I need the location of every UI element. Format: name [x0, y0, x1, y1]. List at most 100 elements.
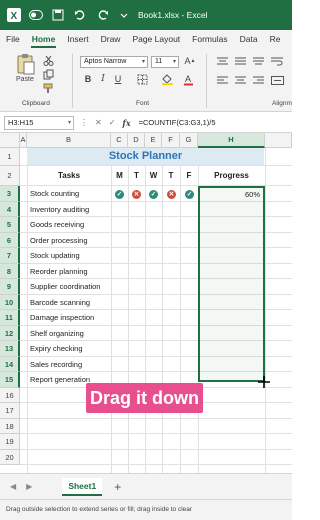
task-cell[interactable]: Report generation [30, 372, 90, 388]
task-cell[interactable]: Expiry checking [30, 341, 83, 357]
status-cross-icon[interactable]: ✕ [132, 190, 141, 199]
tasks-header[interactable]: Tasks [27, 166, 111, 186]
align-top-icon[interactable] [216, 56, 228, 66]
selection-range[interactable] [198, 186, 265, 382]
enter-icon[interactable]: ✓ [109, 118, 116, 128]
column-header-e[interactable]: E [145, 133, 162, 148]
customize-toolbar-icon[interactable] [116, 7, 132, 23]
status-cross-icon[interactable]: ✕ [167, 190, 176, 199]
sheet-tab-sheet1[interactable]: Sheet1 [62, 477, 103, 496]
row-header[interactable]: 19 [0, 434, 20, 450]
more-icon[interactable]: ⋮ [80, 118, 88, 128]
column-header-d[interactable]: D [128, 133, 145, 148]
row-header[interactable]: 13 [0, 341, 20, 357]
task-cell[interactable]: Order processing [30, 233, 88, 249]
progress-header[interactable]: Progress [198, 166, 265, 186]
row-header[interactable]: 11 [0, 310, 20, 326]
row-header[interactable]: 15 [0, 372, 20, 388]
select-all-corner[interactable] [0, 133, 20, 148]
save-icon[interactable] [50, 7, 66, 23]
align-right-icon[interactable] [252, 75, 264, 85]
task-cell[interactable]: Sales recording [30, 357, 82, 373]
row-header[interactable]: 9 [0, 279, 20, 295]
worksheet-grid[interactable]: A B C D E F G H 1 2 3 4 5 6 7 8 9 10 11 12 13 14 15 16 1… [0, 133, 292, 473]
day-header-mon[interactable]: M [111, 166, 128, 186]
task-cell[interactable]: Reorder planning [30, 264, 88, 280]
column-header-h[interactable]: H [198, 133, 265, 148]
tab-insert[interactable]: Insert [61, 30, 94, 48]
column-header-a[interactable]: A [20, 133, 27, 148]
font-name-select[interactable]: Aptos Narrow ▾ [80, 56, 148, 68]
redo-icon[interactable] [94, 7, 110, 23]
merge-center-icon[interactable] [270, 75, 284, 85]
row-header[interactable]: 6 [0, 232, 20, 248]
tab-formulas[interactable]: Formulas [186, 30, 233, 48]
formula-input[interactable]: =COUNTIF(C3:G3,1)/5 [139, 118, 216, 127]
task-cell[interactable]: Goods receiving [30, 217, 84, 233]
day-header-wed[interactable]: W [145, 166, 162, 186]
row-header[interactable]: 14 [0, 356, 20, 372]
font-color-icon[interactable]: A [182, 72, 194, 86]
column-header-extra[interactable] [265, 133, 292, 148]
status-check-icon[interactable]: ✓ [185, 190, 194, 199]
row-header[interactable]: 8 [0, 263, 20, 279]
align-middle-icon[interactable] [234, 56, 246, 66]
row-header[interactable]: 3 [0, 186, 20, 202]
insert-function-icon[interactable]: fx [122, 118, 130, 128]
name-box[interactable]: H3:H15 ▾ [4, 115, 74, 130]
row-header[interactable]: 20 [0, 449, 20, 465]
row-header[interactable]: 12 [0, 325, 20, 341]
tab-draw[interactable]: Draw [95, 30, 127, 48]
align-center-icon[interactable] [234, 75, 246, 85]
day-header-fri[interactable]: F [180, 166, 198, 186]
wrap-text-icon[interactable] [270, 56, 284, 66]
status-check-icon[interactable]: ✓ [149, 190, 158, 199]
row-header[interactable]: 2 [0, 166, 20, 186]
cut-icon[interactable] [42, 54, 54, 66]
tab-page-layout[interactable]: Page Layout [126, 30, 186, 48]
day-header-tue[interactable]: T [128, 166, 145, 186]
scroll-left-icon[interactable]: ◀ [10, 482, 16, 491]
font-size-select[interactable]: 11 ▾ [151, 56, 179, 68]
italic-icon[interactable]: I [98, 73, 108, 85]
format-painter-icon[interactable] [42, 82, 54, 94]
sheet-title-cell[interactable]: Stock Planner [27, 148, 264, 165]
row-header[interactable]: 17 [0, 403, 20, 419]
paste-icon[interactable] [14, 53, 38, 75]
task-cell[interactable]: Stock updating [30, 248, 80, 264]
row-header[interactable]: 18 [0, 418, 20, 434]
day-header-thu[interactable]: T [162, 166, 180, 186]
align-bottom-icon[interactable] [252, 56, 264, 66]
align-left-icon[interactable] [216, 75, 228, 85]
font-grow-icon[interactable]: A ▲ [184, 54, 196, 68]
task-cell[interactable]: Inventory auditing [30, 202, 89, 218]
row-header[interactable]: 5 [0, 217, 20, 233]
tab-file[interactable]: File [0, 30, 26, 48]
task-cell[interactable]: Supplier coordination [30, 279, 100, 295]
fill-handle-cursor-icon[interactable] [258, 376, 270, 388]
tab-review[interactable]: Re [264, 30, 287, 48]
column-header-g[interactable]: G [180, 133, 198, 148]
bold-icon[interactable]: B [83, 73, 93, 85]
scroll-right-icon[interactable]: ▶ [26, 482, 32, 491]
cancel-icon[interactable]: ✕ [95, 118, 102, 128]
underline-icon[interactable]: U [113, 73, 123, 85]
row-header[interactable]: 7 [0, 248, 20, 264]
copy-icon[interactable] [42, 68, 54, 80]
borders-icon[interactable] [136, 73, 148, 85]
task-cell[interactable]: Shelf organizing [30, 326, 84, 342]
row-header[interactable]: 4 [0, 201, 20, 217]
task-cell[interactable]: Stock counting [30, 186, 79, 202]
column-header-f[interactable]: F [162, 133, 180, 148]
fill-color-icon[interactable] [160, 73, 174, 85]
undo-icon[interactable] [72, 7, 88, 23]
column-header-b[interactable]: B [27, 133, 111, 148]
row-header[interactable]: 1 [0, 148, 20, 166]
task-cell[interactable]: Barcode scanning [30, 295, 90, 311]
row-header[interactable]: 10 [0, 294, 20, 310]
status-check-icon[interactable]: ✓ [115, 190, 124, 199]
task-cell[interactable]: Damage inspection [30, 310, 94, 326]
column-header-c[interactable]: C [111, 133, 128, 148]
row-header[interactable]: 16 [0, 387, 20, 403]
autosave-toggle-icon[interactable] [28, 7, 44, 23]
